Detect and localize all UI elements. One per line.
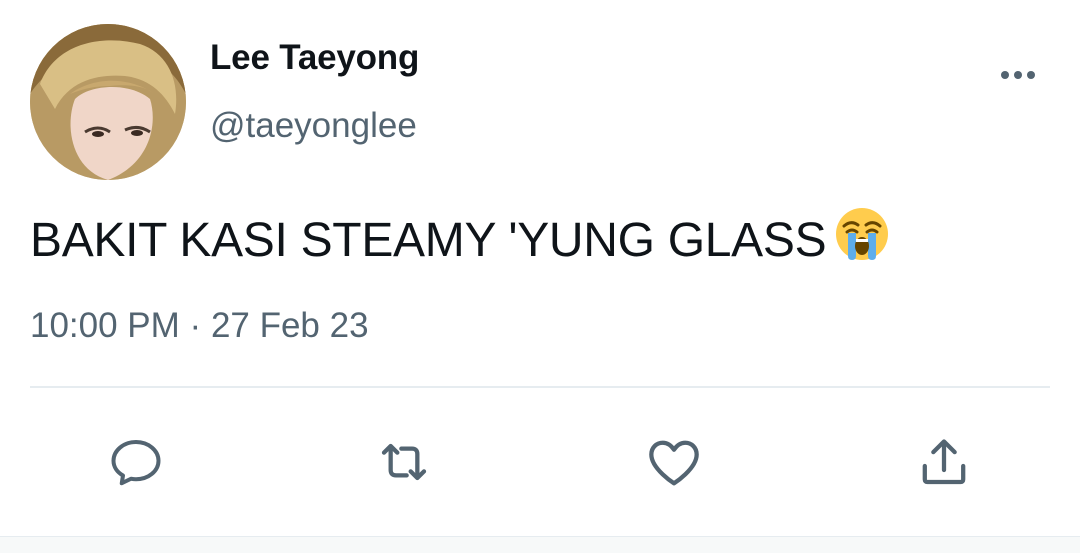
author-name[interactable]: Lee Taeyong xyxy=(210,38,419,78)
tweet-text: BAKIT KASI STEAMY 'YUNG GLASS xyxy=(30,206,890,274)
loudly-crying-face-icon xyxy=(834,206,890,274)
reply-icon[interactable] xyxy=(104,430,168,494)
more-dot xyxy=(1001,71,1009,79)
tweet-date: 27 Feb 23 xyxy=(210,306,369,345)
author-handle[interactable]: @taeyonglee xyxy=(210,106,417,146)
like-icon[interactable] xyxy=(642,430,706,494)
tweet-timestamp[interactable]: 10:00 PM · 27 Feb 23 xyxy=(30,306,369,346)
more-dot xyxy=(1027,71,1035,79)
more-options-icon[interactable] xyxy=(994,60,1042,90)
tweet-time: 10:00 PM xyxy=(30,306,180,345)
retweet-icon[interactable] xyxy=(372,430,436,494)
bottom-separator xyxy=(0,536,1080,553)
divider xyxy=(30,386,1050,388)
tweet-text-content: BAKIT KASI STEAMY 'YUNG GLASS xyxy=(30,214,827,267)
action-bar xyxy=(0,420,1080,500)
meta-separator: · xyxy=(189,306,202,345)
more-dot xyxy=(1014,71,1022,79)
avatar[interactable] xyxy=(30,24,186,180)
share-icon[interactable] xyxy=(912,430,976,494)
